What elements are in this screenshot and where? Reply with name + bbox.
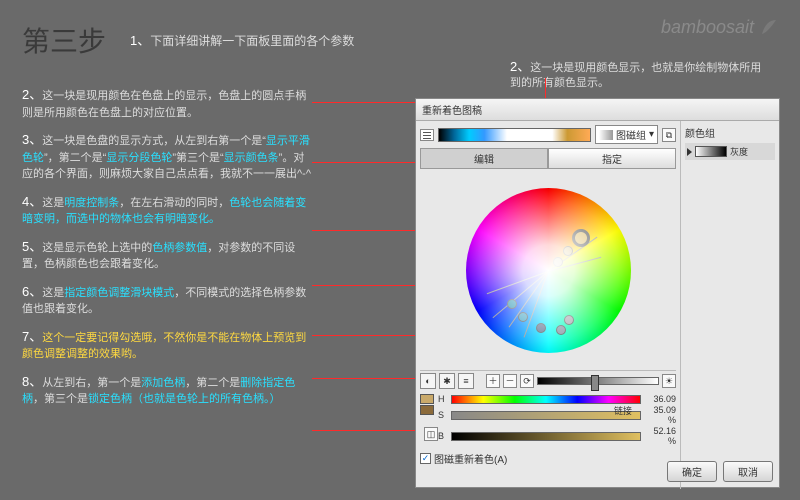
note-top: 2、这一块是现用颜色显示，也就是你绘制物体所用到的所有颜色显示。 <box>510 58 770 92</box>
swatch-current[interactable] <box>420 394 434 404</box>
note-item: 7、这个一定要记得勾选哦，不然你是不能在物体上预览到颜色调整调整的效果哟。 <box>22 327 312 363</box>
recolor-checkbox[interactable]: ✓ <box>420 453 431 464</box>
b-value[interactable]: 52.16 % <box>644 426 676 446</box>
segmented-wheel-icon[interactable]: ✱ <box>439 373 455 389</box>
lock-handle-icon[interactable]: ⟳ <box>520 374 534 388</box>
notes-list: 2、这一块是现用颜色在色盘上的显示，色盘上的圆点手柄则是所用颜色在色盘上的对应位… <box>22 85 312 417</box>
recolor-artwork-panel: 重新着色图稿 图磁组 ▾ ⧉ 编辑 指定 <box>415 98 780 488</box>
triangle-icon <box>687 148 692 156</box>
watermark: bamboosait <box>661 16 780 38</box>
color-handle[interactable] <box>536 323 546 333</box>
panel-title: 重新着色图稿 <box>416 99 779 121</box>
step-title: 第三步 <box>22 20 106 60</box>
h-slider[interactable] <box>451 395 641 404</box>
b-slider[interactable] <box>451 432 641 441</box>
color-wheel-area[interactable] <box>420 173 676 368</box>
remove-handle-icon[interactable]: － <box>503 374 517 388</box>
group-swatch <box>695 146 727 157</box>
preset-swatch <box>599 130 613 140</box>
color-handle[interactable] <box>553 257 563 267</box>
brightness-icon: ☀ <box>662 374 676 388</box>
tab-edit[interactable]: 编辑 <box>420 148 548 169</box>
smooth-wheel-icon[interactable]: ◐ <box>420 373 436 389</box>
note-item: 5、这是显示色轮上选中的色柄参数值，对参数的不同设置，色柄颜色也会跟着变化。 <box>22 237 312 273</box>
brightness-slider[interactable] <box>537 377 659 385</box>
chevron-down-icon: ▾ <box>649 129 654 140</box>
color-mode-icon[interactable]: ◫ <box>424 427 438 441</box>
add-handle-icon[interactable]: ＋ <box>486 374 500 388</box>
menu-icon[interactable] <box>420 129 434 141</box>
recolor-checkbox-label: 图磁重新着色(A) <box>434 451 507 466</box>
active-colors-bar[interactable] <box>438 128 591 142</box>
note-item: 6、这是指定颜色调整滑块模式，不同模式的选择色柄参数值也跟着变化。 <box>22 282 312 318</box>
color-handle[interactable] <box>518 312 528 322</box>
preset-label: 图磁组 <box>616 127 646 142</box>
group-label: 灰度 <box>730 145 748 158</box>
note-item: 4、这是明度控制条，在左右滑动的同时，色轮也会随着变暗变明，而选中的物体也会有明… <box>22 192 312 228</box>
h-label: H <box>438 394 448 404</box>
note-item: 3、这一块是色盘的显示方式，从左到右第一个是“显示平滑色轮”，第二个是“显示分段… <box>22 130 312 183</box>
h-value[interactable]: 36.09 <box>644 394 676 404</box>
note-item: 8、从左到右，第一个是添加色柄，第二个是删除指定色柄，第三个是锁定色柄（也就是色… <box>22 372 312 408</box>
swatch-alt[interactable] <box>420 405 434 415</box>
color-handle[interactable] <box>507 299 517 309</box>
s-label: S <box>438 410 448 420</box>
preset-select[interactable]: 图磁组 ▾ <box>595 125 658 144</box>
tab-assign[interactable]: 指定 <box>548 148 676 169</box>
link-label[interactable]: 链接 <box>614 404 632 417</box>
s-slider[interactable] <box>451 411 641 420</box>
color-handle[interactable] <box>564 315 574 325</box>
color-groups-title: 颜色组 <box>685 125 775 140</box>
b-label: B <box>438 431 448 441</box>
color-handle[interactable] <box>563 246 573 256</box>
color-wheel[interactable] <box>466 188 631 353</box>
color-handle[interactable] <box>556 325 566 335</box>
color-group-item[interactable]: 灰度 <box>685 143 775 160</box>
cancel-button[interactable]: 取消 <box>723 461 773 482</box>
note-item: 2、这一块是现用颜色在色盘上的显示，色盘上的圆点手柄则是所用颜色在色盘上的对应位… <box>22 85 312 121</box>
s-value[interactable]: 35.09 % <box>644 405 676 425</box>
save-group-icon[interactable]: ⧉ <box>662 128 676 142</box>
ok-button[interactable]: 确定 <box>667 461 717 482</box>
color-bars-icon[interactable]: ≡ <box>458 373 474 389</box>
intro-text: 1、下面详细讲解一下面板里面的各个参数 <box>130 30 354 49</box>
color-handle-base[interactable] <box>572 229 590 247</box>
